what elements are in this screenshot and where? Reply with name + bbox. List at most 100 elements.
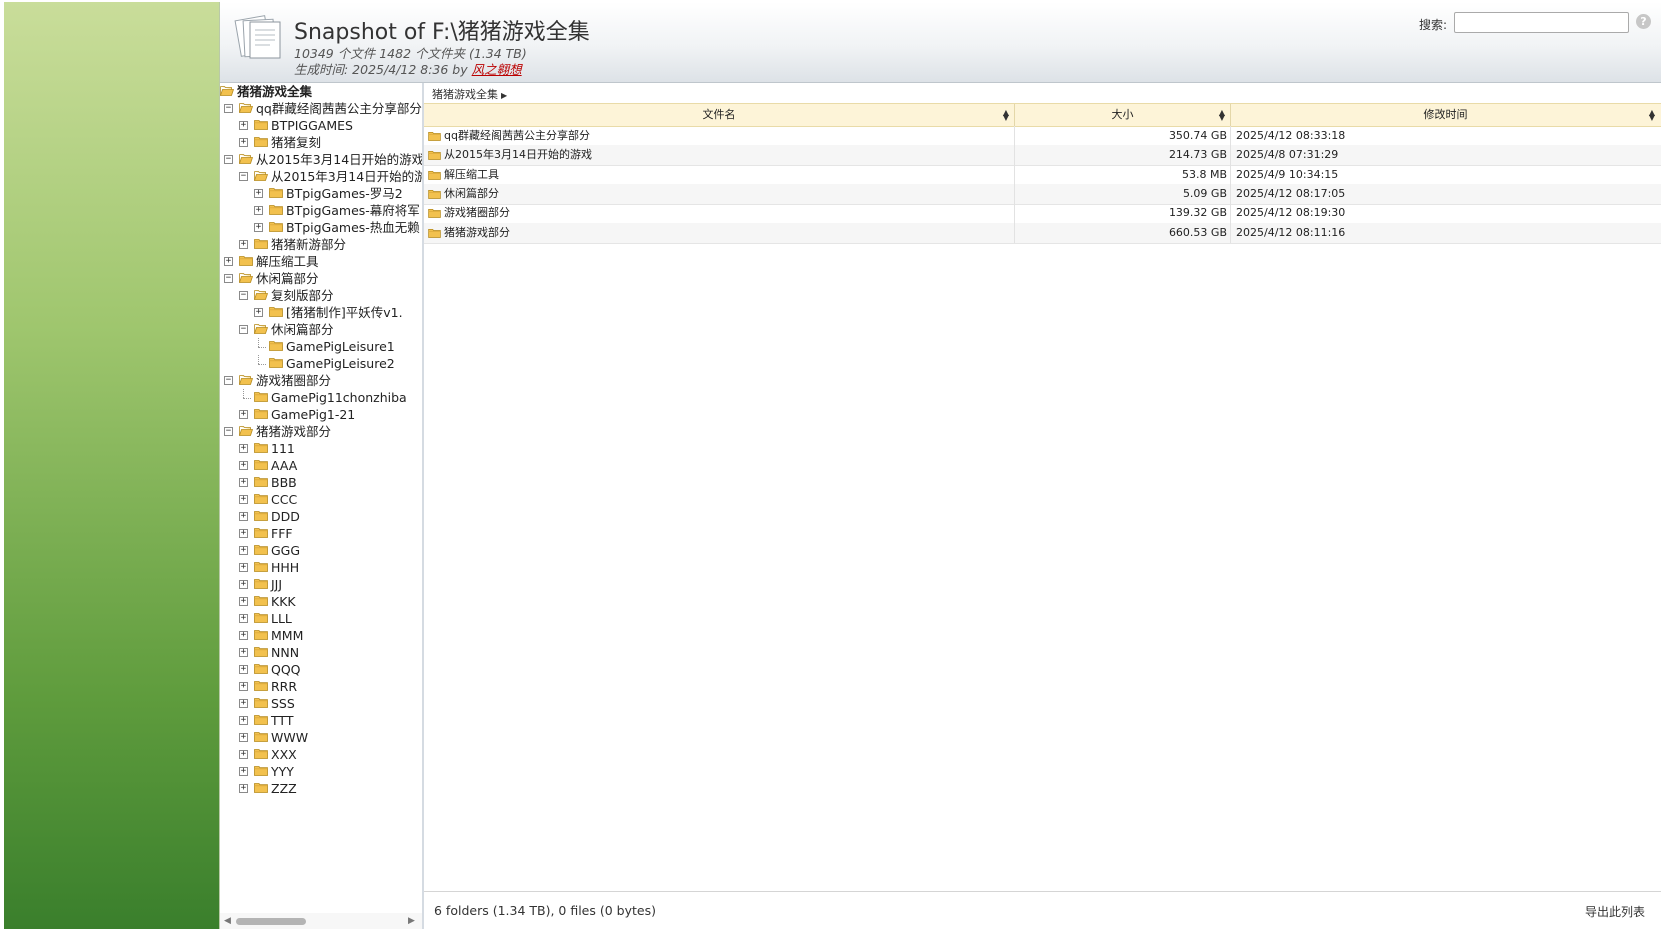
expand-toggle-icon[interactable]: + [239, 614, 248, 623]
expand-toggle-icon[interactable]: + [239, 682, 248, 691]
status-bar: 6 folders (1.34 TB), 0 files (0 bytes) 导… [424, 891, 1661, 929]
folder-icon [254, 443, 268, 453]
tree-node-label: QQQ [271, 662, 301, 677]
expand-toggle-icon[interactable]: + [239, 716, 248, 725]
expand-toggle-icon[interactable]: + [239, 733, 248, 742]
folder-icon [254, 239, 268, 249]
file-name-cell[interactable]: 从2015年3月14日开始的游戏 [428, 145, 1011, 165]
table-row[interactable]: 游戏猪圈部分 139.32 GB 2025/4/12 08:19:30 [424, 203, 1661, 225]
collapse-toggle-icon[interactable]: − [224, 427, 233, 436]
column-header-modified[interactable]: 修改时间 ▲ ▼ [1231, 104, 1660, 126]
expand-toggle-icon[interactable]: + [239, 495, 248, 504]
folder-open-icon [239, 375, 253, 385]
tree-node-label: qq群藏经阁茜茜公主分享部分 [256, 101, 422, 116]
expand-toggle-icon[interactable]: + [239, 121, 248, 130]
file-name-cell[interactable]: 猪猪游戏部分 [428, 223, 1011, 243]
expand-toggle-icon[interactable]: + [239, 478, 248, 487]
file-name[interactable]: 解压缩工具 [444, 168, 499, 181]
expand-toggle-icon[interactable]: + [239, 597, 248, 606]
expand-toggle-icon[interactable]: + [239, 512, 248, 521]
file-name[interactable]: qq群藏经阁茜茜公主分享部分 [444, 129, 590, 142]
expand-toggle-icon[interactable]: + [239, 444, 248, 453]
collapse-toggle-icon[interactable]: − [224, 274, 233, 283]
expand-toggle-icon[interactable]: + [239, 461, 248, 470]
collapse-toggle-icon[interactable]: − [239, 172, 248, 181]
modified-time-cell: 2025/4/12 08:19:30 [1236, 206, 1346, 220]
table-row[interactable]: 解压缩工具 53.8 MB 2025/4/9 10:34:15 [424, 164, 1661, 186]
expand-toggle-icon[interactable]: + [239, 631, 248, 640]
file-name-cell[interactable]: 解压缩工具 [428, 165, 1011, 185]
table-row[interactable]: 从2015年3月14日开始的游戏 214.73 GB 2025/4/8 07:31:… [424, 145, 1661, 167]
file-name[interactable]: 休闲篇部分 [444, 187, 499, 200]
expand-toggle-icon[interactable]: + [254, 206, 263, 215]
file-size-cell: 214.73 GB [1168, 148, 1227, 162]
breadcrumb-root[interactable]: 猪猪游戏全集 [432, 88, 498, 101]
search-input[interactable] [1454, 12, 1629, 33]
expand-toggle-icon[interactable]: + [239, 138, 248, 147]
column-header-size[interactable]: 大小 ▲ ▼ [1015, 104, 1231, 126]
help-icon[interactable]: ? [1636, 14, 1651, 29]
folder-icon [254, 460, 268, 470]
expand-toggle-icon[interactable]: + [239, 563, 248, 572]
tree-node-label: BTpigGames-热血无赖 [286, 220, 420, 235]
expand-toggle-icon[interactable]: + [239, 546, 248, 555]
file-name[interactable]: 从2015年3月14日开始的游戏 [444, 148, 592, 161]
file-size-cell: 53.8 MB [1181, 167, 1227, 181]
expand-toggle-icon[interactable]: + [239, 750, 248, 759]
file-name[interactable]: 猪猪游戏部分 [444, 226, 510, 239]
folder-open-icon [254, 324, 268, 334]
folder-icon [254, 528, 268, 538]
folder-icon [254, 715, 268, 725]
collapse-toggle-icon[interactable]: − [239, 325, 248, 334]
tree-node-label: BTpigGames-幕府将军 [286, 203, 420, 218]
expand-toggle-icon[interactable]: + [239, 665, 248, 674]
expand-toggle-icon[interactable]: + [239, 767, 248, 776]
expand-toggle-icon[interactable]: + [239, 529, 248, 538]
tree-node-label: TTT [271, 713, 294, 728]
breadcrumb[interactable]: 猪猪游戏全集 ▶ [432, 86, 507, 102]
expand-toggle-icon[interactable]: + [239, 580, 248, 589]
table-row[interactable]: qq群藏经阁茜茜公主分享部分 350.74 GB 2025/4/12 08:33:1… [424, 126, 1661, 147]
tree-node-label: RRR [271, 679, 298, 694]
folder-tree: 猪猪游戏全集 − qq群藏经阁茜茜公主分享部分 + BTPIGGAMES + 猪猪复刻… [220, 83, 425, 929]
scroll-right-icon[interactable]: ▶ [408, 916, 415, 926]
expand-toggle-icon[interactable]: + [254, 223, 263, 232]
file-name-cell[interactable]: qq群藏经阁茜茜公主分享部分 [428, 126, 1011, 146]
export-list-link[interactable]: 导出此列表 [1585, 903, 1645, 920]
file-name[interactable]: 游戏猪圈部分 [444, 206, 510, 219]
collapse-toggle-icon[interactable]: − [224, 155, 233, 164]
expand-toggle-icon[interactable]: + [239, 648, 248, 657]
tree-horizontal-scrollbar[interactable]: ◀ ▶ [220, 913, 422, 929]
folder-icon [269, 307, 283, 317]
sort-icon[interactable]: ▲ ▼ [1649, 109, 1655, 122]
collapse-toggle-icon[interactable]: − [239, 291, 248, 300]
sort-icon[interactable]: ▲ ▼ [1003, 109, 1009, 122]
sort-icon[interactable]: ▲ ▼ [1219, 109, 1225, 122]
file-size-cell: 5.09 GB [1182, 186, 1227, 200]
expand-toggle-icon[interactable]: + [239, 784, 248, 793]
expand-toggle-icon[interactable]: + [239, 240, 248, 249]
column-header-name[interactable]: 文件名 ▲ ▼ [424, 104, 1015, 126]
table-row[interactable]: 休闲篇部分 5.09 GB 2025/4/12 08:17:05 [424, 183, 1661, 205]
expand-toggle-icon[interactable]: + [224, 257, 233, 266]
modified-time-cell: 2025/4/12 08:33:18 [1236, 129, 1346, 142]
scroll-thumb[interactable] [236, 918, 306, 925]
expand-toggle-icon[interactable]: + [239, 410, 248, 419]
file-size-cell: 139.32 GB [1168, 206, 1227, 220]
scroll-left-icon[interactable]: ◀ [224, 916, 231, 926]
tree-node-label: WWW [271, 730, 309, 745]
tree-node-label: 解压缩工具 [256, 254, 319, 269]
expand-toggle-icon[interactable]: + [254, 308, 263, 317]
file-size-cell: 660.53 GB [1168, 225, 1227, 239]
folder-open-icon [254, 171, 268, 181]
file-name-cell[interactable]: 休闲篇部分 [428, 184, 1011, 204]
file-name-cell[interactable]: 游戏猪圈部分 [428, 203, 1011, 223]
collapse-toggle-icon[interactable]: − [224, 376, 233, 385]
table-row[interactable]: 猪猪游戏部分 660.53 GB 2025/4/12 08:11:16 [424, 222, 1661, 244]
expand-toggle-icon[interactable]: + [254, 189, 263, 198]
collapse-toggle-icon[interactable]: − [224, 104, 233, 113]
folder-open-icon [220, 86, 234, 96]
author-link[interactable]: 风之翱想 [472, 62, 522, 77]
expand-toggle-icon[interactable]: + [239, 699, 248, 708]
folder-icon [269, 205, 283, 215]
